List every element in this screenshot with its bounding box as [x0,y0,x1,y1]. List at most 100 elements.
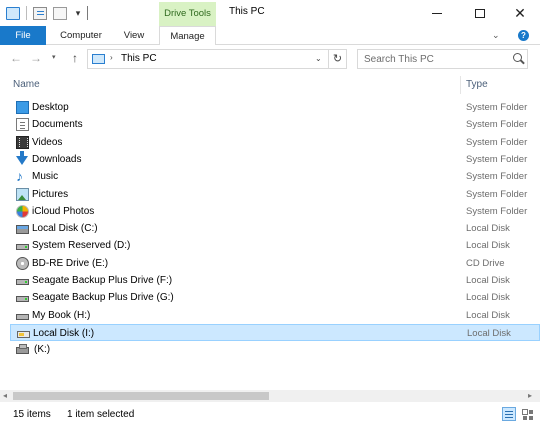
toolbar-separator [87,6,88,20]
list-item[interactable]: Seagate Backup Plus Drive (G:) Local Dis… [10,289,540,306]
item-type: Local Disk [466,223,510,235]
item-name: Downloads [32,153,82,165]
this-pc-icon [92,54,105,64]
item-type: Local Disk [466,275,510,286]
scroll-left-icon[interactable]: ◂ [3,391,7,400]
optical-drive-icon [16,256,29,270]
hard-drive-icon [16,279,29,285]
item-name: Music [32,171,59,183]
item-name: My Book (H:) [32,309,91,321]
list-item[interactable]: ♪ Music System Folder [10,168,540,185]
up-arrow-icon[interactable]: ↑ [72,51,78,65]
column-header-type[interactable]: Type [466,79,488,90]
maximize-icon [475,8,485,18]
item-name: System Reserved (D:) [32,240,131,252]
close-button[interactable]: ✕ [500,2,540,24]
desktop-folder-icon [16,101,29,114]
item-type: System Folder [466,136,528,148]
list-item[interactable]: My Book (H:) Local Disk [10,307,540,324]
pictures-folder-icon [16,187,29,201]
list-item[interactable]: Documents System Folder [10,116,540,133]
scroll-right-icon[interactable]: ▸ [528,391,532,400]
selection-count: 1 item selected [67,409,135,420]
item-type: Local Disk [466,240,510,252]
properties-icon[interactable] [33,6,47,20]
minimize-icon [432,12,442,14]
item-name: BD-RE Drive (E:) [32,257,109,269]
item-count: 15 items [13,409,51,420]
search-icon [513,53,522,62]
address-bar[interactable]: › This PC ⌄ ↻ [87,49,347,69]
list-item[interactable]: Desktop System Folder [10,99,540,116]
videos-folder-icon [16,135,29,149]
item-type: Local Disk [466,309,510,321]
tab-view[interactable]: View [118,26,150,45]
window-title: This PC [229,6,265,17]
list-item[interactable]: Pictures System Folder [10,186,540,203]
icloud-photos-icon [16,204,29,218]
music-folder-icon: ♪ [16,168,23,185]
tab-file[interactable]: File [0,26,46,45]
column-header-name[interactable]: Name [13,79,40,90]
forward-arrow-icon[interactable]: → [30,51,42,65]
item-type: Local Disk [466,292,510,304]
scrollbar-thumb[interactable] [13,392,269,400]
back-arrow-icon[interactable]: ← [10,51,22,65]
breadcrumb-chevron-icon[interactable]: › [110,53,113,62]
item-name: Seagate Backup Plus Drive (G:) [32,292,174,304]
item-name: Desktop [32,102,69,113]
item-type: System Folder [466,171,528,183]
list-item[interactable]: Seagate Backup Plus Drive (F:) Local Dis… [10,272,540,289]
hard-drive-icon [16,244,29,251]
horizontal-scrollbar[interactable]: ◂ ▸ [0,390,540,402]
column-headers: Name Type [0,76,540,94]
new-folder-icon[interactable] [53,6,67,20]
hard-drive-icon [16,296,29,303]
expand-ribbon-icon[interactable]: ⌄ [492,30,500,41]
documents-folder-icon [16,118,29,132]
list-item[interactable]: System Reserved (D:) Local Disk [10,237,540,254]
item-name: iCloud Photos [32,205,95,217]
item-name: Documents [32,119,83,131]
list-item[interactable]: Videos System Folder [10,134,540,151]
item-name: Local Disk (C:) [32,223,98,235]
this-pc-icon[interactable] [6,6,20,20]
recent-locations-dropdown-icon[interactable]: ▾ [52,53,56,61]
breadcrumb[interactable]: This PC [121,53,157,64]
hard-drive-icon [16,313,29,320]
close-icon: ✕ [514,5,526,21]
context-tab-header: Drive Tools [159,2,216,26]
refresh-icon[interactable]: ↻ [328,50,346,68]
list-item-selected[interactable]: Local Disk (I:) Local Disk [10,323,540,341]
list-item[interactable]: (K:) [10,341,540,358]
item-name: (K:) [34,344,51,356]
column-divider[interactable] [460,76,461,94]
help-icon[interactable]: ? [518,30,529,41]
downloads-folder-icon [16,150,28,165]
search-input[interactable]: Search This PC [357,49,528,69]
status-bar: 15 items 1 item selected [0,403,540,425]
minimize-button[interactable] [417,2,457,24]
item-type: System Folder [466,119,528,131]
navigation-bar: ← → ▾ ↑ › This PC ⌄ ↻ Search This PC [0,45,540,73]
address-history-dropdown-icon[interactable]: ⌄ [315,54,322,63]
large-icons-view-icon[interactable] [520,407,534,421]
tab-manage[interactable]: Manage [159,26,216,46]
windows-drive-icon [16,225,29,235]
list-item[interactable]: BD-RE Drive (E:) CD Drive [10,255,540,272]
item-type: System Folder [466,102,528,113]
title-bar: ▾ Drive Tools This PC ✕ [0,0,540,26]
list-item[interactable]: Local Disk (C:) Local Disk [10,220,540,237]
item-name: Videos [32,136,63,148]
list-item[interactable]: iCloud Photos System Folder [10,203,540,220]
search-placeholder: Search This PC [364,54,434,65]
customize-toolbar-dropdown-icon[interactable]: ▾ [73,7,83,20]
item-type: System Folder [466,188,528,200]
list-item[interactable]: Downloads System Folder [10,150,540,168]
item-type: Local Disk [467,327,511,339]
tab-computer[interactable]: Computer [56,26,106,45]
maximize-button[interactable] [460,2,500,24]
details-view-icon[interactable] [502,407,516,421]
usb-drive-icon [17,330,30,338]
toolbar-separator [26,6,27,20]
